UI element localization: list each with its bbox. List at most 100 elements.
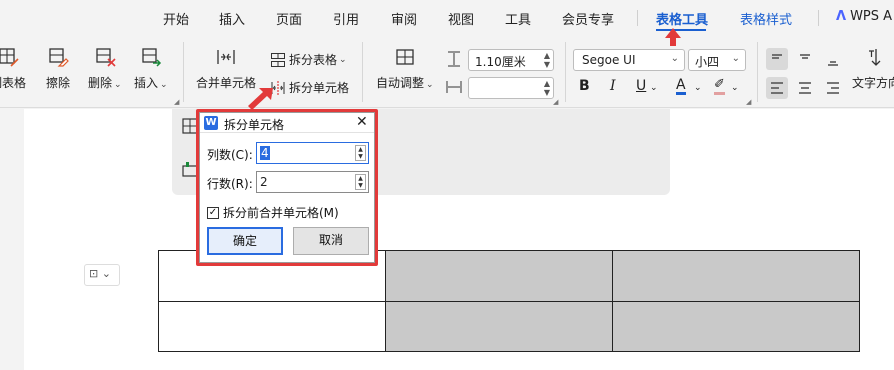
dialog-title: 拆分单元格 — [224, 118, 285, 132]
wps-writer-icon: W — [204, 116, 218, 130]
menu-review[interactable]: 审阅 — [391, 9, 417, 28]
split-cells-dialog: W 拆分单元格 ✕ 列数(C): 4 ▲ ▼ 行数(R): 2 ▲ ▼ ✓ 拆分前合… — [199, 112, 375, 263]
column-width-input[interactable]: ▲ ▼ — [468, 77, 554, 99]
delete-label: 删除 ⌄ — [88, 76, 122, 90]
bold-icon[interactable]: B — [579, 78, 590, 94]
menu-member[interactable]: 会员专享 — [562, 9, 614, 28]
underline-icon[interactable]: U — [636, 78, 646, 94]
ribbon-toolbar: 制表格 擦除 删除⌄ 插入⌄ ◢ — [0, 36, 894, 108]
columns-label: 列数(C): — [207, 148, 253, 162]
chevron-down-icon: ⌄ — [160, 80, 168, 90]
menu-home[interactable]: 开始 — [163, 9, 189, 28]
align-top-left-icon[interactable] — [766, 48, 788, 70]
auto-fit-label: 自动调整 ⌄ — [376, 76, 434, 90]
group-launcher-icon[interactable]: ◢ — [553, 98, 558, 106]
insert-button[interactable]: 插入 ⌄ — [134, 36, 168, 91]
menu-view[interactable]: 视图 — [448, 9, 474, 28]
delete-button[interactable]: 删除 ⌄ — [88, 36, 122, 91]
table-row — [158, 300, 860, 352]
chevron-down-icon: ⌄ — [339, 54, 347, 65]
row-height-value: 1.10厘米 — [475, 55, 526, 69]
font-color-icon[interactable]: A — [676, 78, 686, 95]
menu-tools[interactable]: 工具 — [505, 9, 531, 28]
annotation-arrow-diagonal-icon — [248, 88, 273, 110]
italic-icon[interactable]: I — [610, 78, 616, 94]
columns-input[interactable]: 4 ▲ ▼ — [256, 142, 369, 164]
ribbon-separator — [183, 42, 184, 102]
rows-label: 行数(R): — [207, 177, 253, 191]
align-center-icon[interactable] — [794, 77, 816, 99]
cancel-button[interactable]: 取消 — [293, 227, 369, 255]
chevron-down-icon[interactable]: ⌄ — [650, 83, 658, 93]
table-cell-selected[interactable] — [612, 250, 860, 302]
merge-before-split-checkbox[interactable]: ✓ — [207, 206, 219, 219]
eraser-icon — [49, 48, 69, 67]
text-direction-icon — [869, 49, 881, 66]
draw-table-icon — [0, 48, 19, 67]
table-selector-handle[interactable]: ⊡ ⌄ — [84, 264, 120, 286]
delete-table-icon — [96, 48, 116, 67]
close-icon[interactable]: ✕ — [356, 114, 368, 130]
column-width-icon — [446, 81, 462, 93]
chevron-down-icon: ⌄ — [426, 80, 434, 90]
spinner-arrows-icon[interactable]: ▲ ▼ — [355, 174, 366, 190]
insert-row-icon — [142, 48, 161, 67]
menu-references[interactable]: 引用 — [333, 9, 359, 28]
rows-value: 2 — [260, 175, 268, 189]
split-table-label: 拆分表格 — [289, 53, 338, 67]
draw-table-button[interactable]: 制表格 — [0, 36, 26, 91]
font-size-value: 小四 — [695, 55, 720, 69]
split-table-button[interactable]: 拆分表格 ⌄ — [270, 51, 347, 68]
table-cell[interactable] — [158, 300, 386, 352]
merge-before-split-option[interactable]: ✓ 拆分前合并单元格(M) — [207, 204, 339, 221]
chevron-down-icon[interactable]: ⌄ — [694, 83, 702, 93]
ribbon-separator — [565, 42, 566, 102]
menu-wps-ai[interactable]: ᐱ WPS A — [836, 9, 892, 24]
table-cell-selected[interactable] — [612, 300, 860, 352]
text-direction-button[interactable]: 文字方向 — [852, 36, 894, 91]
spinner-arrows-icon[interactable]: ▲ ▼ — [544, 79, 550, 97]
wps-ai-label: WPS A — [850, 9, 893, 24]
auto-fit-icon — [396, 49, 414, 65]
chevron-down-icon: ⌄ — [670, 53, 679, 64]
group-launcher-icon[interactable]: ◢ — [746, 98, 751, 106]
rows-input[interactable]: 2 ▲ ▼ — [256, 171, 369, 193]
align-top-right-icon[interactable] — [822, 48, 844, 70]
row-height-icon — [448, 51, 460, 67]
font-name-select[interactable]: Segoe UI ⌄ — [573, 49, 685, 71]
merge-cells-icon — [217, 50, 235, 64]
ribbon-separator — [362, 42, 363, 102]
align-left-icon[interactable] — [766, 77, 788, 99]
auto-fit-button[interactable]: 自动调整 ⌄ — [376, 36, 434, 91]
menu-table-style[interactable]: 表格样式 — [740, 9, 792, 28]
font-size-select[interactable]: 小四 ⌄ — [688, 49, 746, 71]
annotation-arrow-up-icon — [665, 28, 681, 46]
chevron-down-icon[interactable]: ⌄ — [731, 83, 739, 93]
ribbon-separator — [757, 42, 758, 102]
erase-label: 擦除 — [46, 76, 71, 90]
row-height-input[interactable]: 1.10厘米 ▲ ▼ — [468, 49, 554, 71]
spinner-arrows-icon[interactable]: ▲ ▼ — [355, 145, 366, 161]
group-launcher-icon[interactable]: ◢ — [174, 98, 179, 106]
menu-separator — [637, 10, 638, 26]
align-top-center-icon[interactable] — [794, 48, 816, 70]
table-cell-selected[interactable] — [385, 300, 613, 352]
draw-table-label: 制表格 — [0, 76, 27, 90]
menu-bar: 开始 插入 页面 引用 审阅 视图 工具 会员专享 表格工具 表格样式 ᐱ WPS… — [0, 0, 894, 36]
align-right-icon[interactable] — [822, 77, 844, 99]
text-direction-label: 文字方向 — [852, 76, 894, 90]
erase-button[interactable]: 擦除 — [46, 36, 70, 91]
chevron-down-icon: ⌄ — [731, 53, 740, 64]
menu-insert[interactable]: 插入 — [219, 9, 245, 28]
ok-button[interactable]: 确定 — [207, 227, 283, 255]
table-cell-selected[interactable] — [385, 250, 613, 302]
spinner-arrows-icon[interactable]: ▲ ▼ — [544, 51, 550, 69]
menu-page[interactable]: 页面 — [276, 9, 302, 28]
chevron-down-icon: ⌄ — [101, 267, 111, 280]
chevron-down-icon: ⌄ — [114, 80, 122, 90]
wps-ai-icon: ᐱ — [836, 9, 847, 24]
columns-value: 4 — [260, 146, 270, 160]
split-table-icon — [271, 52, 285, 67]
highlight-icon[interactable]: ✐ — [714, 78, 725, 95]
split-cells-button[interactable]: 拆分单元格 — [270, 79, 349, 96]
